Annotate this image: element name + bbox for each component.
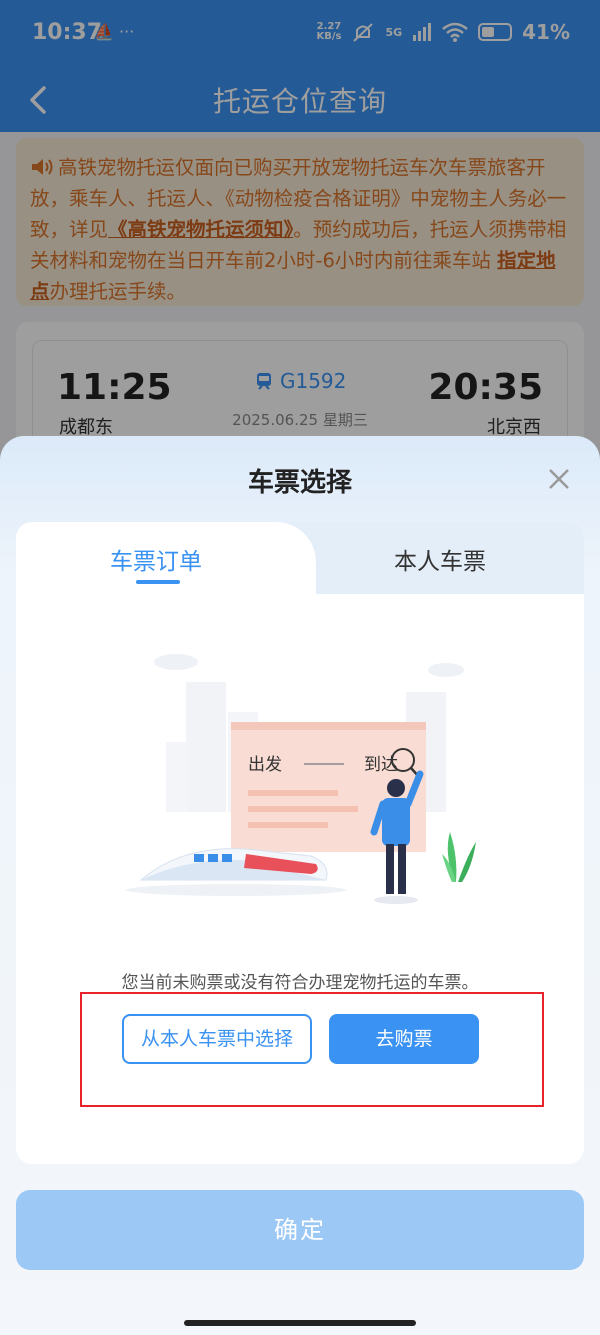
tab-my-ticket[interactable]: 本人车票: [316, 522, 584, 594]
tab-ticket-order[interactable]: 车票订单: [16, 522, 316, 594]
depart-label: 出发: [248, 755, 282, 775]
active-tab-indicator: [136, 580, 180, 584]
empty-illustration: 出发 到达: [126, 654, 476, 904]
tab-my-ticket-label: 本人车票: [394, 549, 486, 575]
tab-bar: 车票订单 本人车票: [16, 522, 584, 594]
home-indicator[interactable]: [184, 1320, 416, 1326]
empty-message: 您当前未购票或没有符合办理宠物托运的车票。: [121, 973, 479, 993]
sheet-title: 车票选择: [247, 468, 352, 498]
tab-ticket-order-label: 车票订单: [110, 549, 202, 575]
confirm-button[interactable]: 确定: [16, 1190, 584, 1270]
close-icon[interactable]: [546, 466, 572, 492]
ticket-select-sheet: 车票选择 车票订单 本人车票 出发 到达 您当前未购票或没有符合办理宠物托运的车…: [0, 436, 600, 1335]
highlight-box: [80, 992, 544, 1107]
ticket-card: 车票订单 本人车票 出发 到达 您当前未购票或没有符合办理宠物托运的车票。 从本…: [16, 522, 584, 1164]
